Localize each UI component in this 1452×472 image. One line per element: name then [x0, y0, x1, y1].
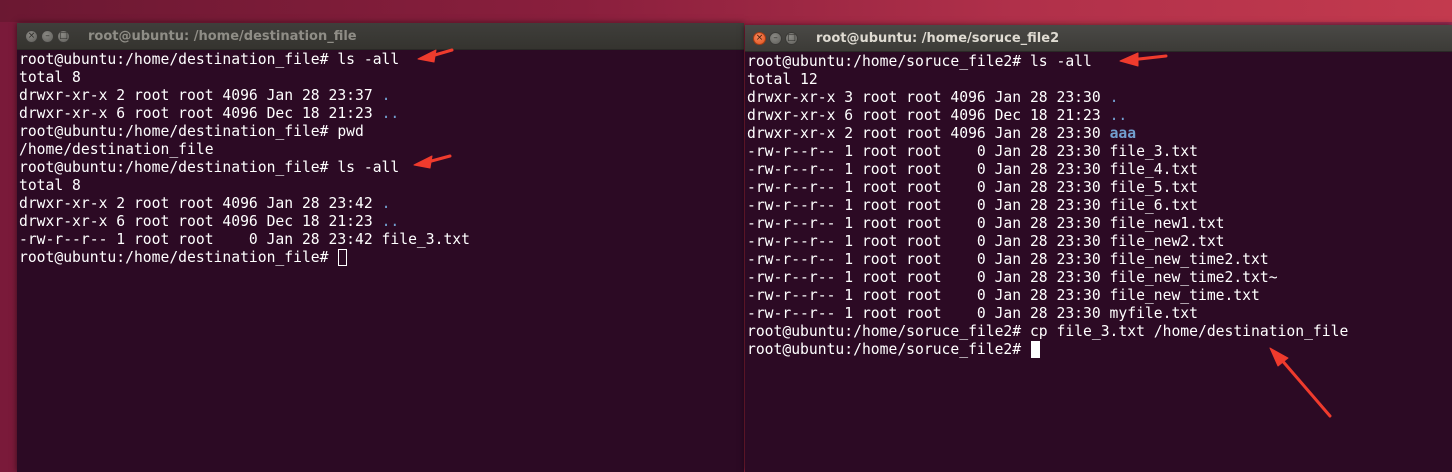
terminal-line: /home/destination_file: [19, 141, 744, 159]
terminal-line: -rw-r--r-- 1 root root 0 Jan 28 23:30 fi…: [747, 269, 1452, 287]
terminal-text: -rw-r--r-- 1 root root 0 Jan 28 23:30 my…: [747, 305, 1198, 322]
terminal-text: root@ubuntu:/home/destination_file#: [19, 249, 338, 266]
terminal-line: drwxr-xr-x 2 root root 4096 Jan 28 23:37…: [19, 87, 744, 105]
terminal-text: -rw-r--r-- 1 root root 0 Jan 28 23:30 fi…: [747, 143, 1198, 160]
directory-name: ..: [381, 213, 400, 230]
minimize-icon[interactable]: –: [41, 29, 54, 43]
terminal-line: drwxr-xr-x 6 root root 4096 Dec 18 21:23…: [747, 107, 1452, 125]
terminal-text: drwxr-xr-x 6 root root 4096 Dec 18 21:23: [747, 107, 1110, 124]
directory-name: .: [1109, 89, 1119, 106]
terminal-line: root@ubuntu:/home/soruce_file2#: [747, 341, 1452, 359]
terminal-line: total 8: [19, 69, 744, 87]
titlebar[interactable]: × – □ root@ubuntu: /home/soruce_file2: [745, 25, 1452, 52]
terminal-text: -rw-r--r-- 1 root root 0 Jan 28 23:30 fi…: [747, 161, 1198, 178]
terminal-line: -rw-r--r-- 1 root root 0 Jan 28 23:30 fi…: [747, 179, 1452, 197]
terminal-text: -rw-r--r-- 1 root root 0 Jan 28 23:30 fi…: [747, 287, 1260, 304]
minimize-icon[interactable]: –: [769, 31, 782, 45]
directory-name: ..: [381, 105, 400, 122]
terminal-line: drwxr-xr-x 2 root root 4096 Jan 28 23:30…: [747, 125, 1452, 143]
terminal-line: root@ubuntu:/home/destination_file# ls -…: [19, 159, 744, 177]
terminal-text: -rw-r--r-- 1 root root 0 Jan 28 23:42 fi…: [19, 231, 470, 248]
terminal-line: -rw-r--r-- 1 root root 0 Jan 28 23:30 fi…: [747, 197, 1452, 215]
terminal-text: drwxr-xr-x 2 root root 4096 Jan 28 23:37: [19, 87, 382, 104]
terminal-line: root@ubuntu:/home/destination_file# ls -…: [19, 51, 744, 69]
terminal-text: root@ubuntu:/home/destination_file# ls -…: [19, 159, 400, 176]
terminal-line: -rw-r--r-- 1 root root 0 Jan 28 23:42 fi…: [19, 231, 744, 249]
window-title: root@ubuntu: /home/soruce_file2: [816, 30, 1060, 46]
terminal-line: -rw-r--r-- 1 root root 0 Jan 28 23:30 fi…: [747, 143, 1452, 161]
terminal-text: drwxr-xr-x 2 root root 4096 Jan 28 23:30: [747, 125, 1110, 142]
terminal-output[interactable]: root@ubuntu:/home/destination_file# ls -…: [17, 50, 744, 267]
terminal-text: -rw-r--r-- 1 root root 0 Jan 28 23:30 fi…: [747, 251, 1269, 268]
terminal-text: root@ubuntu:/home/destination_file# pwd: [19, 123, 364, 140]
desktop-wallpaper: [0, 0, 1452, 22]
terminal-text: drwxr-xr-x 6 root root 4096 Dec 18 21:23: [19, 105, 382, 122]
terminal-text: total 8: [19, 69, 81, 86]
directory-name: .: [381, 87, 391, 104]
window-controls: × – □: [25, 29, 70, 43]
maximize-icon[interactable]: □: [785, 31, 798, 45]
directory-name: .: [381, 195, 391, 212]
terminal-line: -rw-r--r-- 1 root root 0 Jan 28 23:30 fi…: [747, 233, 1452, 251]
directory-name: aaa: [1109, 125, 1137, 142]
text-cursor: [338, 249, 348, 266]
directory-name: ..: [1109, 107, 1128, 124]
terminal-line: -rw-r--r-- 1 root root 0 Jan 28 23:30 my…: [747, 305, 1452, 323]
text-cursor: [1030, 341, 1040, 358]
terminal-line: drwxr-xr-x 6 root root 4096 Dec 18 21:23…: [19, 213, 744, 231]
titlebar[interactable]: × – □ root@ubuntu: /home/destination_fil…: [17, 23, 744, 50]
terminal-line: total 12: [747, 71, 1452, 89]
terminal-text: root@ubuntu:/home/soruce_file2# ls -all: [747, 53, 1092, 70]
terminal-text: root@ubuntu:/home/soruce_file2# cp file_…: [747, 323, 1349, 340]
terminal-window-source[interactable]: × – □ root@ubuntu: /home/soruce_file2 ro…: [745, 25, 1452, 472]
terminal-text: total 8: [19, 177, 81, 194]
terminal-line: root@ubuntu:/home/destination_file#: [19, 249, 744, 267]
terminal-line: -rw-r--r-- 1 root root 0 Jan 28 23:30 fi…: [747, 215, 1452, 233]
terminal-text: total 12: [747, 71, 818, 88]
terminal-line: root@ubuntu:/home/soruce_file2# cp file_…: [747, 323, 1452, 341]
terminal-text: root@ubuntu:/home/destination_file# ls -…: [19, 51, 400, 68]
terminal-line: drwxr-xr-x 6 root root 4096 Dec 18 21:23…: [19, 105, 744, 123]
terminal-text: -rw-r--r-- 1 root root 0 Jan 28 23:30 fi…: [747, 179, 1198, 196]
terminal-text: drwxr-xr-x 2 root root 4096 Jan 28 23:42: [19, 195, 382, 212]
terminal-text: drwxr-xr-x 6 root root 4096 Dec 18 21:23: [19, 213, 382, 230]
terminal-text: -rw-r--r-- 1 root root 0 Jan 28 23:30 fi…: [747, 269, 1278, 286]
terminal-line: total 8: [19, 177, 744, 195]
terminal-line: root@ubuntu:/home/destination_file# pwd: [19, 123, 744, 141]
terminal-window-destination[interactable]: × – □ root@ubuntu: /home/destination_fil…: [17, 23, 744, 472]
maximize-icon[interactable]: □: [57, 29, 70, 43]
terminal-text: drwxr-xr-x 3 root root 4096 Jan 28 23:30: [747, 89, 1110, 106]
terminal-line: -rw-r--r-- 1 root root 0 Jan 28 23:30 fi…: [747, 251, 1452, 269]
terminal-output[interactable]: root@ubuntu:/home/soruce_file2# ls -all t…: [745, 52, 1452, 359]
window-controls: × – □: [753, 31, 798, 45]
terminal-line: drwxr-xr-x 3 root root 4096 Jan 28 23:30…: [747, 89, 1452, 107]
window-title: root@ubuntu: /home/destination_file: [88, 28, 357, 44]
close-icon[interactable]: ×: [25, 29, 38, 43]
terminal-text: root@ubuntu:/home/soruce_file2#: [747, 341, 1030, 358]
terminal-line: drwxr-xr-x 2 root root 4096 Jan 28 23:42…: [19, 195, 744, 213]
terminal-text: -rw-r--r-- 1 root root 0 Jan 28 23:30 fi…: [747, 197, 1198, 214]
terminal-text: -rw-r--r-- 1 root root 0 Jan 28 23:30 fi…: [747, 215, 1225, 232]
terminal-text: /home/destination_file: [19, 141, 214, 158]
terminal-line: -rw-r--r-- 1 root root 0 Jan 28 23:30 fi…: [747, 161, 1452, 179]
terminal-text: -rw-r--r-- 1 root root 0 Jan 28 23:30 fi…: [747, 233, 1225, 250]
terminal-line: -rw-r--r-- 1 root root 0 Jan 28 23:30 fi…: [747, 287, 1452, 305]
terminal-line: root@ubuntu:/home/soruce_file2# ls -all: [747, 53, 1452, 71]
close-icon[interactable]: ×: [753, 31, 766, 45]
